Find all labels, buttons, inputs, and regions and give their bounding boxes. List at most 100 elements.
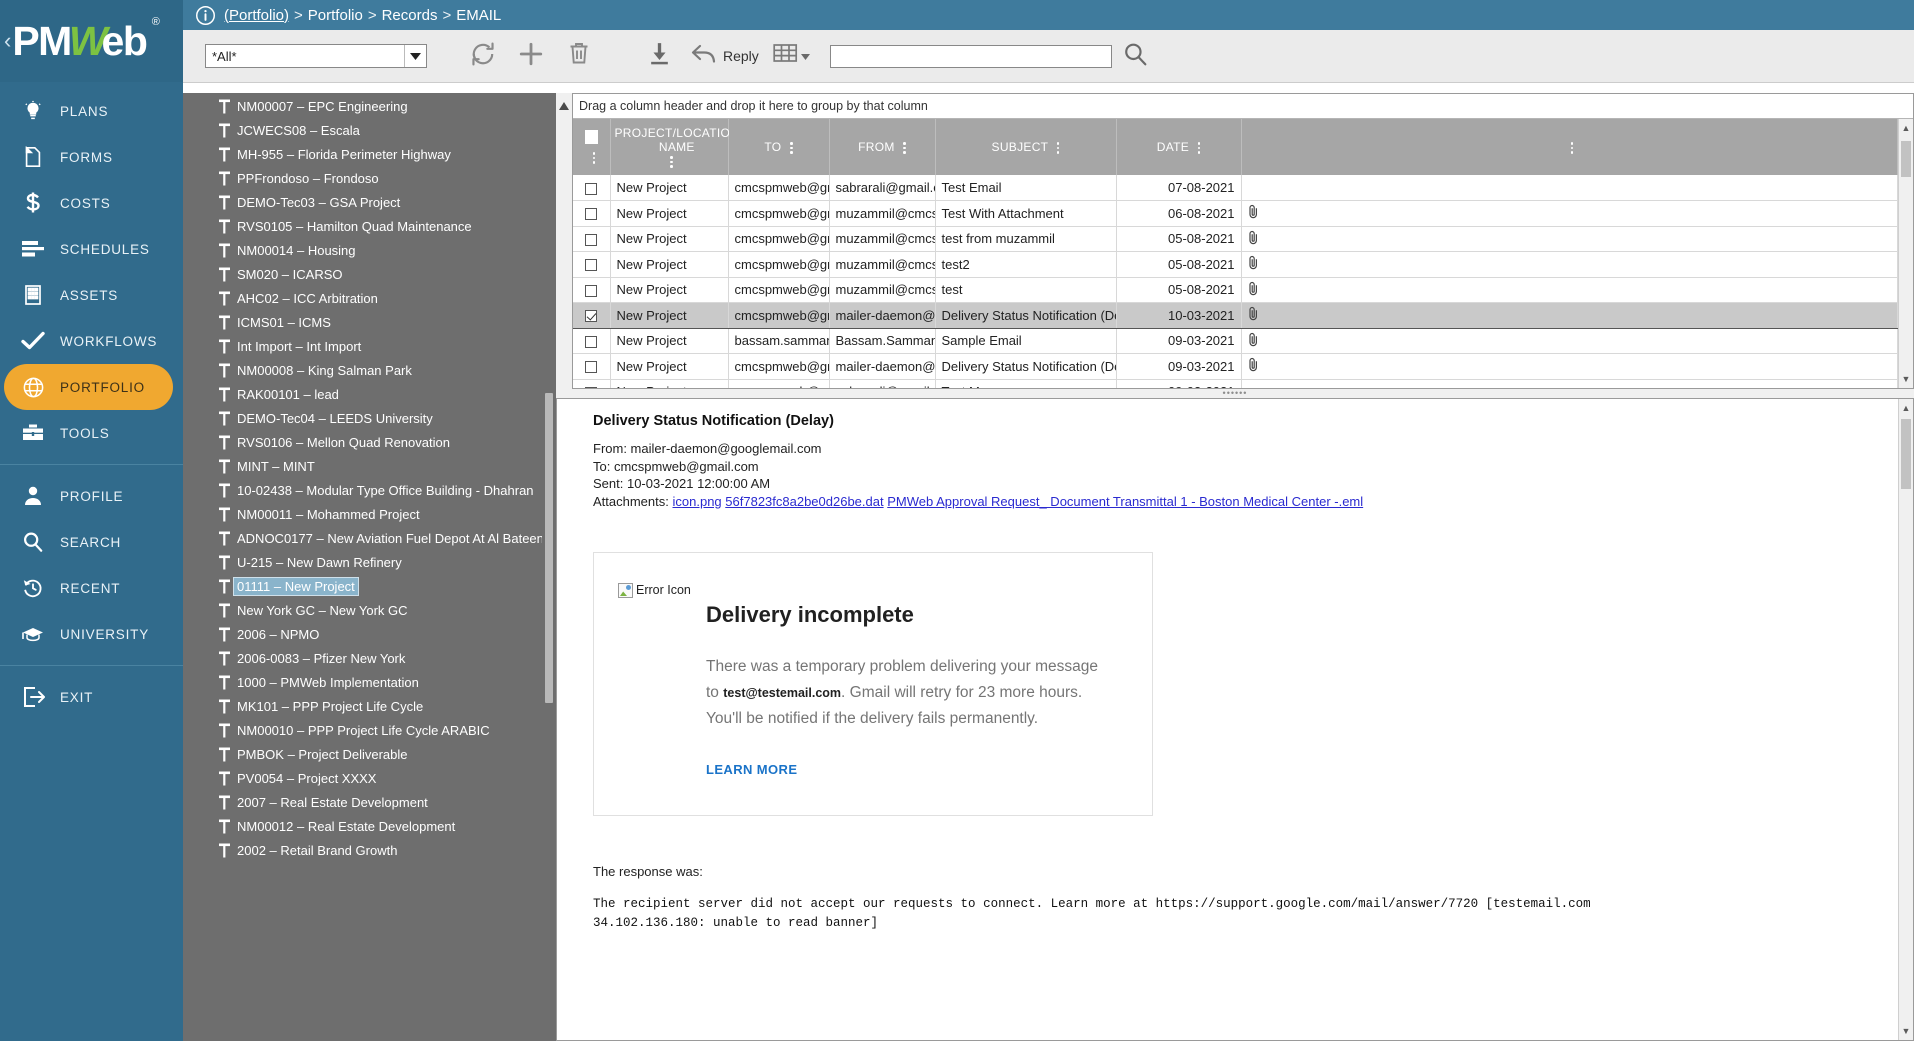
project-list-item[interactable]: NM00008 – King Salman Park bbox=[183, 358, 556, 382]
project-list-scrollbar[interactable] bbox=[542, 93, 556, 1041]
column-header-subject[interactable]: SUBJECT bbox=[935, 119, 1117, 175]
project-list-item[interactable]: NM00012 – Real Estate Development bbox=[183, 814, 556, 838]
row-checkbox[interactable] bbox=[585, 208, 598, 221]
column-menu-icon[interactable] bbox=[1197, 142, 1201, 154]
sidebar-item-recent[interactable]: RECENT bbox=[0, 565, 183, 611]
download-button[interactable] bbox=[635, 34, 683, 78]
row-select-cell[interactable] bbox=[573, 251, 611, 278]
row-checkbox[interactable] bbox=[585, 310, 598, 323]
row-select-cell[interactable] bbox=[573, 200, 611, 227]
sidebar-item-schedules[interactable]: SCHEDULES bbox=[0, 226, 183, 272]
project-list[interactable]: NM00007 – EPC Engineering JCWECS08 – Esca… bbox=[183, 93, 556, 1041]
sidebar-item-workflows[interactable]: WORKFLOWS bbox=[0, 318, 183, 364]
sidebar-item-forms[interactable]: FORMS bbox=[0, 134, 183, 180]
project-list-item[interactable]: NM00014 – Housing bbox=[183, 238, 556, 262]
search-input[interactable] bbox=[829, 44, 1112, 68]
breadcrumb-level-3[interactable]: Records bbox=[382, 7, 438, 24]
project-list-item[interactable]: 2006-0083 – Pfizer New York bbox=[183, 646, 556, 670]
table-row[interactable]: New Projectbassam.samman@Bassam.Samman@S… bbox=[573, 328, 1898, 354]
delete-button[interactable] bbox=[555, 34, 603, 78]
column-header-attachment[interactable] bbox=[1241, 119, 1898, 175]
sidebar-item-costs[interactable]: COSTS bbox=[0, 180, 183, 226]
row-checkbox[interactable] bbox=[585, 386, 598, 388]
row-checkbox[interactable] bbox=[585, 361, 598, 374]
row-checkbox[interactable] bbox=[585, 335, 598, 348]
sidebar-item-assets[interactable]: ASSETS bbox=[0, 272, 183, 318]
detail-scroll-down-icon[interactable]: ▼ bbox=[1899, 1024, 1913, 1038]
column-header-from[interactable]: FROM bbox=[829, 119, 936, 175]
column-menu-icon[interactable] bbox=[1570, 142, 1573, 154]
row-select-cell[interactable] bbox=[573, 328, 611, 354]
grid-scroll-up-icon[interactable]: ▲ bbox=[1899, 121, 1913, 135]
column-menu-icon[interactable] bbox=[790, 142, 793, 154]
project-list-item[interactable]: MH-955 – Florida Perimeter Highway bbox=[183, 142, 556, 166]
project-list-item[interactable]: RVS0106 – Mellon Quad Renovation bbox=[183, 430, 556, 454]
grid-scroll-down-icon[interactable]: ▼ bbox=[1899, 372, 1913, 386]
info-icon[interactable] bbox=[195, 5, 216, 26]
table-row[interactable]: New Projectcmcspmweb@gmamailer-daemon@gD… bbox=[573, 353, 1898, 380]
column-menu-icon[interactable] bbox=[1056, 142, 1060, 154]
project-list-item[interactable]: PV0054 – Project XXXX bbox=[183, 766, 556, 790]
column-header-date[interactable]: DATE bbox=[1116, 119, 1242, 175]
project-list-item[interactable]: MK101 – PPP Project Life Cycle bbox=[183, 694, 556, 718]
column-header-to[interactable]: TO bbox=[728, 119, 830, 175]
project-list-item[interactable]: DEMO-Tec04 – LEEDS University bbox=[183, 406, 556, 430]
project-list-item[interactable]: AHC02 – ICC Arbitration bbox=[183, 286, 556, 310]
table-row[interactable]: New Projectcmcspmweb@gmamailer-daemon@gD… bbox=[573, 302, 1898, 329]
sidebar-item-exit[interactable]: EXIT bbox=[0, 674, 183, 720]
project-list-item[interactable]: RVS0105 – Hamilton Quad Maintenance bbox=[183, 214, 556, 238]
project-list-item[interactable]: Int Import – Int Import bbox=[183, 334, 556, 358]
row-select-cell[interactable] bbox=[573, 175, 611, 201]
sidebar-item-search[interactable]: SEARCH bbox=[0, 519, 183, 565]
collapse-sidebar-icon[interactable]: ‹ bbox=[4, 30, 11, 52]
project-list-item[interactable]: PPFrondoso – Frondoso bbox=[183, 166, 556, 190]
select-all-checkbox[interactable] bbox=[584, 130, 598, 145]
grid-left-scroll[interactable] bbox=[556, 93, 572, 389]
brand-logo[interactable]: ‹ PM Web ® bbox=[0, 0, 183, 82]
learn-more-link[interactable]: LEARN MORE bbox=[706, 762, 1152, 777]
project-list-item[interactable]: 2006 – NPMO bbox=[183, 622, 556, 646]
attachment-link[interactable]: icon.png bbox=[673, 494, 722, 509]
project-list-item[interactable]: DEMO-Tec03 – GSA Project bbox=[183, 190, 556, 214]
detail-scroll-up-icon[interactable]: ▲ bbox=[1899, 401, 1913, 415]
row-checkbox[interactable] bbox=[585, 284, 598, 297]
table-row[interactable]: New Projectcmcspmweb@gmamuzammil@cmcs-te… bbox=[573, 226, 1898, 252]
project-list-scroll-thumb[interactable] bbox=[545, 393, 553, 703]
project-list-item[interactable]: 2002 – Retail Brand Growth bbox=[183, 838, 556, 862]
reply-button[interactable]: Reply bbox=[683, 43, 767, 70]
project-list-item[interactable]: NM00011 – Mohammed Project bbox=[183, 502, 556, 526]
table-row[interactable]: New Projectcmcspmweb@gmamuzammil@cmcs-Te… bbox=[573, 200, 1898, 227]
project-list-item[interactable]: 2007 – Real Estate Development bbox=[183, 790, 556, 814]
row-select-cell[interactable] bbox=[573, 302, 611, 329]
project-list-item[interactable]: PMBOK – Project Deliverable bbox=[183, 742, 556, 766]
detail-vertical-scrollbar[interactable]: ▲ ▼ bbox=[1898, 399, 1913, 1040]
breadcrumb-root[interactable]: (Portfolio) bbox=[224, 7, 289, 24]
project-list-item[interactable]: RAK00101 – lead bbox=[183, 382, 556, 406]
sidebar-item-tools[interactable]: TOOLS bbox=[0, 410, 183, 456]
row-checkbox[interactable] bbox=[585, 233, 598, 246]
table-row[interactable]: New Projectcmcspmweb@gmamuzammil@cmcs-te… bbox=[573, 251, 1898, 278]
project-list-item[interactable]: 10-02438 – Modular Type Office Building … bbox=[183, 478, 556, 502]
sidebar-item-university[interactable]: UNIVERSITY bbox=[0, 611, 183, 657]
detail-scroll-thumb[interactable] bbox=[1901, 419, 1911, 489]
horizontal-splitter[interactable]: •••••• bbox=[556, 389, 1914, 398]
refresh-button[interactable] bbox=[459, 34, 507, 78]
chevron-down-icon[interactable] bbox=[404, 45, 426, 67]
project-list-item[interactable]: SM020 – ICARSO bbox=[183, 262, 556, 286]
grid-vertical-scrollbar[interactable]: ▲ ▼ bbox=[1898, 119, 1913, 388]
row-checkbox[interactable] bbox=[585, 259, 598, 272]
row-select-cell[interactable] bbox=[573, 226, 611, 252]
column-menu-icon[interactable] bbox=[592, 152, 595, 164]
row-select-cell[interactable] bbox=[573, 353, 611, 380]
add-button[interactable] bbox=[507, 34, 555, 78]
project-list-item[interactable]: MINT – MINT bbox=[183, 454, 556, 478]
project-list-item[interactable]: NM00010 – PPP Project Life Cycle ARABIC bbox=[183, 718, 556, 742]
sidebar-item-profile[interactable]: PROFILE bbox=[0, 473, 183, 519]
project-list-item[interactable]: U-215 – New Dawn Refinery bbox=[183, 550, 556, 574]
select-all-header[interactable] bbox=[573, 119, 611, 175]
project-list-item[interactable]: JCWECS08 – Escala bbox=[183, 118, 556, 142]
grid-scroll-thumb[interactable] bbox=[1901, 141, 1911, 177]
project-list-item[interactable]: NM00007 – EPC Engineering bbox=[183, 94, 556, 118]
attachment-link[interactable]: 56f7823fc8a2be0d26be.dat bbox=[725, 494, 883, 509]
column-menu-icon[interactable] bbox=[670, 156, 673, 168]
